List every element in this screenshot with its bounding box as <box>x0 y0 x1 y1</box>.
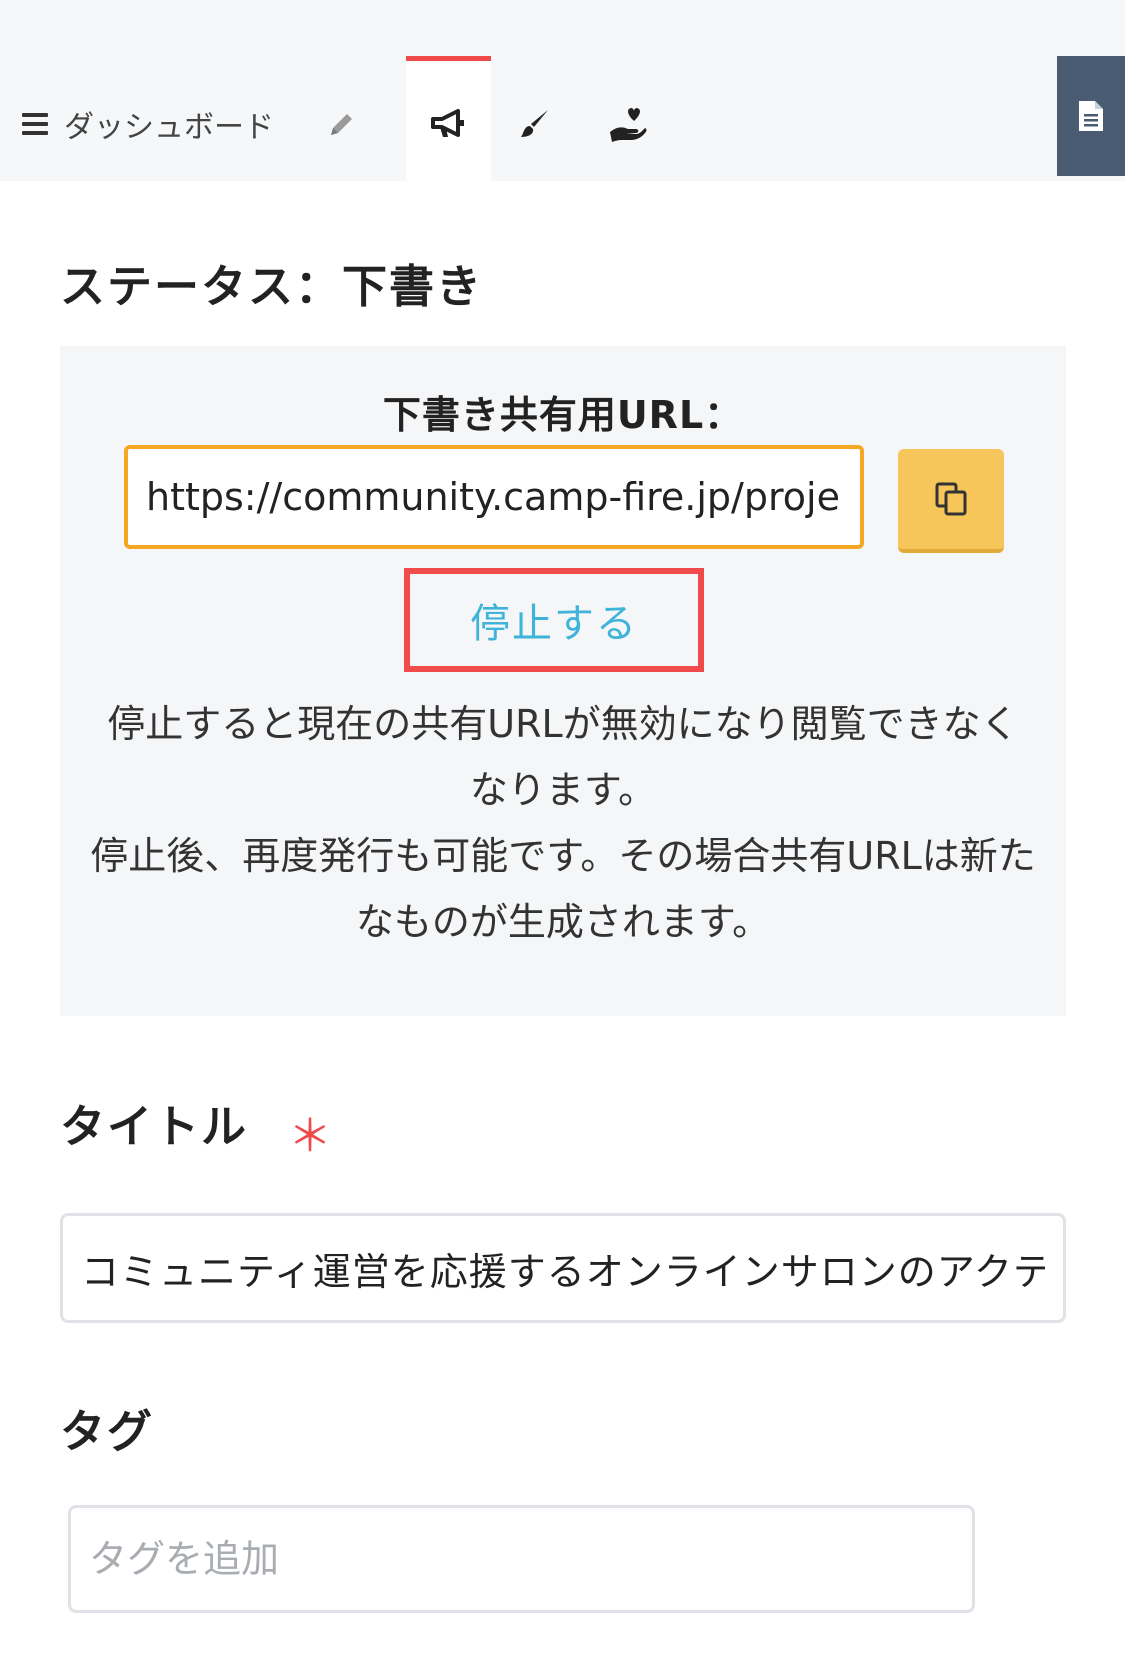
share-note-line-1: 停止すると現在の共有URLが無効になり閲覧できなくなります。 <box>107 702 1019 812</box>
share-note: 停止すると現在の共有URLが無効になり閲覧できなくなります。 停止後、再度発行も… <box>90 691 1036 955</box>
tab-edit[interactable] <box>312 94 372 154</box>
top-nav: ダッシュボード <box>0 0 1125 181</box>
tab-active-indicator <box>406 56 491 61</box>
hand-heart-icon <box>610 108 647 142</box>
required-mark: ＊ <box>288 1111 332 1162</box>
document-icon <box>1079 101 1103 131</box>
brush-icon <box>521 110 548 137</box>
tab-design[interactable] <box>505 94 565 154</box>
copy-icon <box>935 482 967 516</box>
hamburger-icon <box>22 113 48 135</box>
share-url-panel: 下書き共有用URL： 停止する 停止すると現在の共有URLが無効になり閲覧できな… <box>60 346 1066 1016</box>
stop-sharing-button[interactable]: 停止する <box>404 568 704 672</box>
share-url-field[interactable] <box>124 445 864 549</box>
dashboard-label: ダッシュボード <box>64 110 274 145</box>
tab-support[interactable] <box>598 94 658 154</box>
tab-announce[interactable] <box>418 94 478 154</box>
share-note-line-2: 停止後、再度発行も可能です。その場合共有URLは新たなものが生成されます。 <box>90 834 1036 944</box>
share-url-label: 下書き共有用URL： <box>382 393 744 437</box>
title-label: タイトル <box>60 1100 249 1153</box>
pencil-icon <box>331 114 352 135</box>
document-button[interactable] <box>1057 56 1125 176</box>
tag-label: タグ <box>60 1405 155 1458</box>
dashboard-menu-button[interactable]: ダッシュボード <box>22 104 274 145</box>
tag-input[interactable] <box>68 1505 975 1613</box>
title-input[interactable] <box>60 1213 1066 1323</box>
megaphone-icon <box>431 109 464 137</box>
page-status-heading: ステータス：下書き <box>60 260 484 313</box>
copy-url-button[interactable] <box>898 449 1004 553</box>
